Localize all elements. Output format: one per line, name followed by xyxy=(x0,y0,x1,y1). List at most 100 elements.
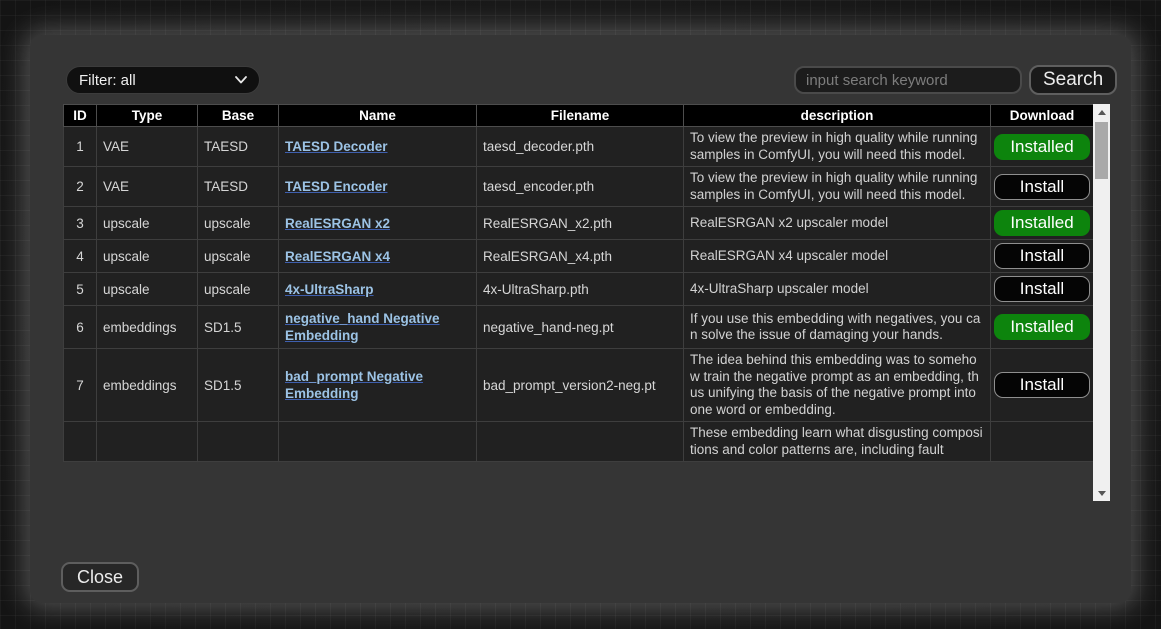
cell-filename: 4x-UltraSharp.pth xyxy=(477,273,684,306)
model-name-link[interactable]: TAESD Decoder xyxy=(285,139,388,154)
cell-filename xyxy=(477,422,684,462)
cell-download: Installed xyxy=(991,127,1094,167)
scrollbar-up-button[interactable] xyxy=(1093,104,1110,120)
chevron-down-icon xyxy=(235,76,247,84)
installed-button[interactable]: Installed xyxy=(994,314,1090,340)
cell-description: RealESRGAN x2 upscaler model xyxy=(684,207,991,240)
scrollbar[interactable] xyxy=(1093,104,1110,501)
install-button[interactable]: Install xyxy=(994,372,1090,398)
close-button[interactable]: Close xyxy=(61,562,139,592)
triangle-down-icon xyxy=(1098,491,1106,496)
scrollbar-thumb[interactable] xyxy=(1095,122,1108,179)
install-models-dialog: Filter: all Search IDTypeBaseNameFilenam… xyxy=(30,35,1131,603)
cell-id: 4 xyxy=(64,240,97,273)
cell-name: 4x-UltraSharp xyxy=(279,273,477,306)
column-header-base: Base xyxy=(198,105,279,127)
column-header-filename: Filename xyxy=(477,105,684,127)
installed-button[interactable]: Installed xyxy=(994,210,1090,236)
cell-filename: RealESRGAN_x4.pth xyxy=(477,240,684,273)
search-button[interactable]: Search xyxy=(1029,65,1117,95)
table-row: 3upscaleupscaleRealESRGAN x2RealESRGAN_x… xyxy=(64,207,1094,240)
cell-download: Installed xyxy=(991,306,1094,349)
install-button[interactable]: Install xyxy=(994,243,1090,269)
cell-type xyxy=(97,422,198,462)
cell-base: TAESD xyxy=(198,167,279,207)
cell-type: upscale xyxy=(97,273,198,306)
table-row: 2VAETAESD TAESD Encoder taesd_encoder.pthT… xyxy=(64,167,1094,207)
cell-name: TAESD Encoder xyxy=(279,167,477,207)
cell-type: VAE xyxy=(97,127,198,167)
cell-description: To view the preview in high quality whil… xyxy=(684,127,991,167)
cell-type: upscale xyxy=(97,207,198,240)
cell-download: Install xyxy=(991,273,1094,306)
table-row: 7embeddingsSD1.5bad_prompt Negative Embe… xyxy=(64,349,1094,422)
cell-type: upscale xyxy=(97,240,198,273)
install-button[interactable]: Install xyxy=(994,174,1090,200)
cell-download: Install xyxy=(991,349,1094,422)
installed-button[interactable]: Installed xyxy=(994,134,1090,160)
filter-dropdown-value: Filter: all xyxy=(79,72,136,89)
cell-filename: RealESRGAN_x2.pth xyxy=(477,207,684,240)
cell-description: The idea behind this embedding was to so… xyxy=(684,349,991,422)
scrollbar-down-button[interactable] xyxy=(1093,485,1110,501)
model-name-link[interactable]: RealESRGAN x4 xyxy=(285,249,390,264)
cell-name: RealESRGAN x2 xyxy=(279,207,477,240)
cell-base: upscale xyxy=(198,207,279,240)
cell-name: negative_hand Negative Embedding xyxy=(279,306,477,349)
cell-id: 1 xyxy=(64,127,97,167)
table-row: 1VAETAESD TAESD Decoder taesd_decoder.pthT… xyxy=(64,127,1094,167)
cell-type: VAE xyxy=(97,167,198,207)
cell-base: upscale xyxy=(198,273,279,306)
column-header-name: Name xyxy=(279,105,477,127)
cell-base: upscale xyxy=(198,240,279,273)
cell-base: SD1.5 xyxy=(198,306,279,349)
search-input[interactable] xyxy=(794,66,1022,94)
cell-download xyxy=(991,422,1094,462)
cell-description: RealESRGAN x4 upscaler model xyxy=(684,240,991,273)
model-name-link[interactable]: TAESD Encoder xyxy=(285,179,388,194)
table-row: 6embeddingsSD1.5negative_hand Negative E… xyxy=(64,306,1094,349)
cell-description: 4x-UltraSharp upscaler model xyxy=(684,273,991,306)
cell-id: 2 xyxy=(64,167,97,207)
cell-filename: taesd_decoder.pth xyxy=(477,127,684,167)
cell-name: RealESRGAN x4 xyxy=(279,240,477,273)
table-row: 4upscaleupscaleRealESRGAN x4RealESRGAN_x… xyxy=(64,240,1094,273)
model-name-link[interactable]: RealESRGAN x2 xyxy=(285,216,390,231)
table-row: These embedding learn what disgusting co… xyxy=(64,422,1094,462)
cell-filename: taesd_encoder.pth xyxy=(477,167,684,207)
cell-filename: bad_prompt_version2-neg.pt xyxy=(477,349,684,422)
table-body: 1VAETAESDTAESD Decodertaesd_decoder.pthT… xyxy=(64,127,1094,462)
column-header-id: ID xyxy=(64,105,97,127)
models-table: IDTypeBaseNameFilenamedescriptionDownloa… xyxy=(63,104,1094,462)
cell-description: To view the preview in high quality whil… xyxy=(684,167,991,207)
cell-id: 3 xyxy=(64,207,97,240)
cell-name: bad_prompt Negative Embedding xyxy=(279,349,477,422)
model-name-link[interactable]: bad_prompt Negative Embedding xyxy=(285,369,423,401)
model-name-link[interactable]: 4x-UltraSharp xyxy=(285,282,374,297)
cell-download: Installed xyxy=(991,207,1094,240)
cell-id xyxy=(64,422,97,462)
cell-base: TAESD xyxy=(198,127,279,167)
column-header-type: Type xyxy=(97,105,198,127)
table-row: 5upscaleupscale4x-UltraSharp4x-UltraShar… xyxy=(64,273,1094,306)
cell-download: Install xyxy=(991,167,1094,207)
column-header-download: Download xyxy=(991,105,1094,127)
cell-type: embeddings xyxy=(97,349,198,422)
cell-download: Install xyxy=(991,240,1094,273)
filter-dropdown[interactable]: Filter: all xyxy=(66,66,260,94)
cell-id: 6 xyxy=(64,306,97,349)
header-row: IDTypeBaseNameFilenamedescriptionDownloa… xyxy=(64,105,1094,127)
cell-name xyxy=(279,422,477,462)
model-name-link[interactable]: negative_hand Negative Embedding xyxy=(285,311,440,343)
cell-id: 5 xyxy=(64,273,97,306)
cell-description: If you use this embedding with negatives… xyxy=(684,306,991,349)
install-button[interactable]: Install xyxy=(994,276,1090,302)
cell-filename: negative_hand-neg.pt xyxy=(477,306,684,349)
cell-base: SD1.5 xyxy=(198,349,279,422)
cell-description: These embedding learn what disgusting co… xyxy=(684,422,991,462)
cell-name: TAESD Decoder xyxy=(279,127,477,167)
column-header-description: description xyxy=(684,105,991,127)
cell-id: 7 xyxy=(64,349,97,422)
cell-type: embeddings xyxy=(97,306,198,349)
cell-base xyxy=(198,422,279,462)
